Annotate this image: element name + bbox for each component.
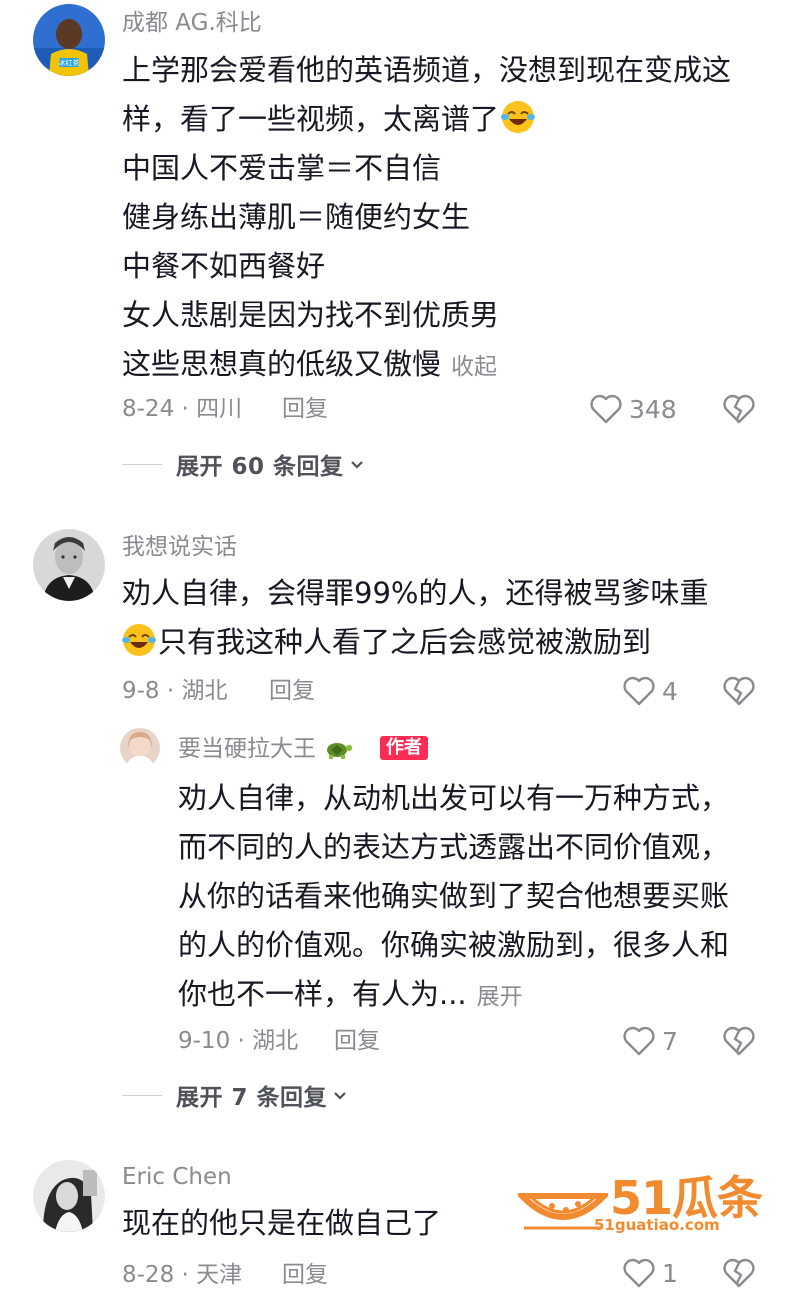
chevron-down-icon	[334, 1092, 346, 1100]
heart-icon	[623, 1026, 655, 1056]
author-badge: 作者	[380, 736, 428, 760]
date-location: 8-28 · 天津	[122, 1262, 243, 1288]
laughing-tears-emoji-icon	[501, 101, 536, 133]
broken-heart-icon[interactable]	[722, 1024, 756, 1058]
comment-line: 中国人不爱击掌＝不自信	[122, 151, 442, 185]
divider	[122, 1094, 162, 1096]
reply-line: 而不同的人的表达方式透露出不同价值观，	[178, 830, 730, 864]
comment-line: 劝人自律，会得罪99%的人，还得被骂爹味重	[122, 576, 709, 610]
watermark-url: 51guatiao.com	[594, 1216, 720, 1234]
comment-line: 上学那会爱看他的英语频道，没想到现在变成这	[122, 53, 732, 87]
like-count: 4	[662, 676, 678, 706]
like-count: 1	[662, 1258, 678, 1288]
comment-meta: 9-8 · 湖北 回复	[122, 676, 315, 706]
date-location: 9-10 · 湖北	[178, 1028, 299, 1054]
comment-item: 我想说实话 劝人自律，会得罪99%的人，还得被骂爹味重 只有我这种人看了之后会感…	[0, 520, 790, 1120]
reply-button[interactable]: 回复	[282, 1260, 328, 1290]
broken-heart-icon[interactable]	[722, 674, 756, 708]
comment-username[interactable]: 我想说实话	[122, 532, 237, 562]
reply-text: 劝人自律，从动机出发可以有一万种方式， 而不同的人的表达方式透露出不同价值观， …	[178, 774, 729, 1019]
reply-button[interactable]: 回复	[269, 676, 315, 706]
collapse-link[interactable]: 收起	[451, 354, 497, 380]
divider	[122, 463, 162, 465]
comment-text: 现在的他只是在做自己了	[122, 1199, 441, 1248]
comment-username[interactable]: 成都 AG.科比	[122, 8, 262, 38]
reply-line: 你也不一样，有人为... 展开	[178, 977, 523, 1011]
comment-text: 上学那会爱看他的英语频道，没想到现在变成这 样，看了一些视频，太离谱了 中国人不…	[122, 46, 731, 389]
expand-replies-button[interactable]: 展开 60 条回复	[122, 447, 366, 481]
woman-avatar-icon	[120, 728, 160, 768]
avatar[interactable]	[33, 529, 105, 601]
like-count: 7	[662, 1026, 678, 1056]
heart-icon	[623, 1258, 655, 1288]
broken-heart-icon[interactable]	[722, 392, 756, 426]
comment-text: 劝人自律，会得罪99%的人，还得被骂爹味重 只有我这种人看了之后会感觉被激励到	[122, 569, 708, 667]
chevron-down-icon	[350, 461, 363, 469]
comment-item: 冰红茶 成都 AG.科比 上学那会爱看他的英语频道，没想到现在变成这 样，看了一…	[0, 0, 790, 490]
reply-username[interactable]: 要当硬拉大王	[178, 734, 353, 764]
reply-button[interactable]: 回复	[282, 394, 328, 424]
man-portrait-avatar-icon	[33, 529, 105, 601]
comment-meta: 8-28 · 天津 回复	[122, 1260, 328, 1290]
date-location: 9-8 · 湖北	[122, 678, 228, 704]
avatar[interactable]: 冰红茶	[33, 4, 105, 76]
broken-heart-icon[interactable]	[722, 1256, 756, 1290]
comment-line: 这些思想真的低级又傲慢 收起	[122, 347, 498, 381]
watermark-logo: 51瓜条 51guatiao.com	[518, 1162, 768, 1240]
comment-line: 健身练出薄肌＝随便约女生	[122, 200, 471, 234]
like-count: 348	[629, 394, 677, 424]
svg-text:冰红茶: 冰红茶	[59, 58, 80, 67]
like-button[interactable]: 1	[622, 1256, 678, 1290]
reply-button[interactable]: 回复	[334, 1026, 380, 1056]
reply-line: 从你的话看来他确实做到了契合他想要买账	[178, 879, 730, 913]
comment-line: 样，看了一些视频，太离谱了	[122, 95, 731, 144]
like-button[interactable]: 348	[589, 392, 677, 426]
like-button[interactable]: 7	[622, 1024, 678, 1058]
comment-meta: 8-24 · 四川 回复	[122, 394, 328, 424]
expand-text-link[interactable]: 展开	[477, 984, 523, 1010]
heart-icon	[590, 394, 622, 424]
laughing-tears-emoji-icon	[122, 624, 156, 656]
comment-line: 女人悲剧是因为找不到优质男	[122, 298, 500, 332]
comment-line: 中餐不如西餐好	[122, 249, 326, 283]
reply-line: 的人的价值观。你确实被激励到，很多人和	[178, 928, 730, 962]
turtle-emoji-icon	[327, 743, 353, 759]
expand-replies-label: 展开 60 条回复	[176, 454, 344, 480]
like-button[interactable]: 4	[622, 674, 678, 708]
reply-avatar[interactable]	[120, 728, 160, 768]
avatar[interactable]	[33, 1160, 105, 1232]
expand-replies-label: 展开 7 条回复	[176, 1085, 328, 1111]
comment-line: 只有我这种人看了之后会感觉被激励到	[120, 618, 708, 667]
basketball-player-avatar-icon: 冰红茶	[33, 4, 105, 76]
comment-line: 现在的他只是在做自己了	[122, 1206, 442, 1240]
comment-username[interactable]: Eric Chen	[122, 1162, 232, 1192]
date-location: 8-24 · 四川	[122, 396, 243, 422]
reply-line: 劝人自律，从动机出发可以有一万种方式，	[178, 781, 730, 815]
woman-portrait-avatar-icon	[33, 1160, 105, 1232]
reply-meta: 9-10 · 湖北 回复	[178, 1026, 380, 1056]
expand-replies-button[interactable]: 展开 7 条回复	[122, 1078, 349, 1112]
heart-icon	[623, 676, 655, 706]
